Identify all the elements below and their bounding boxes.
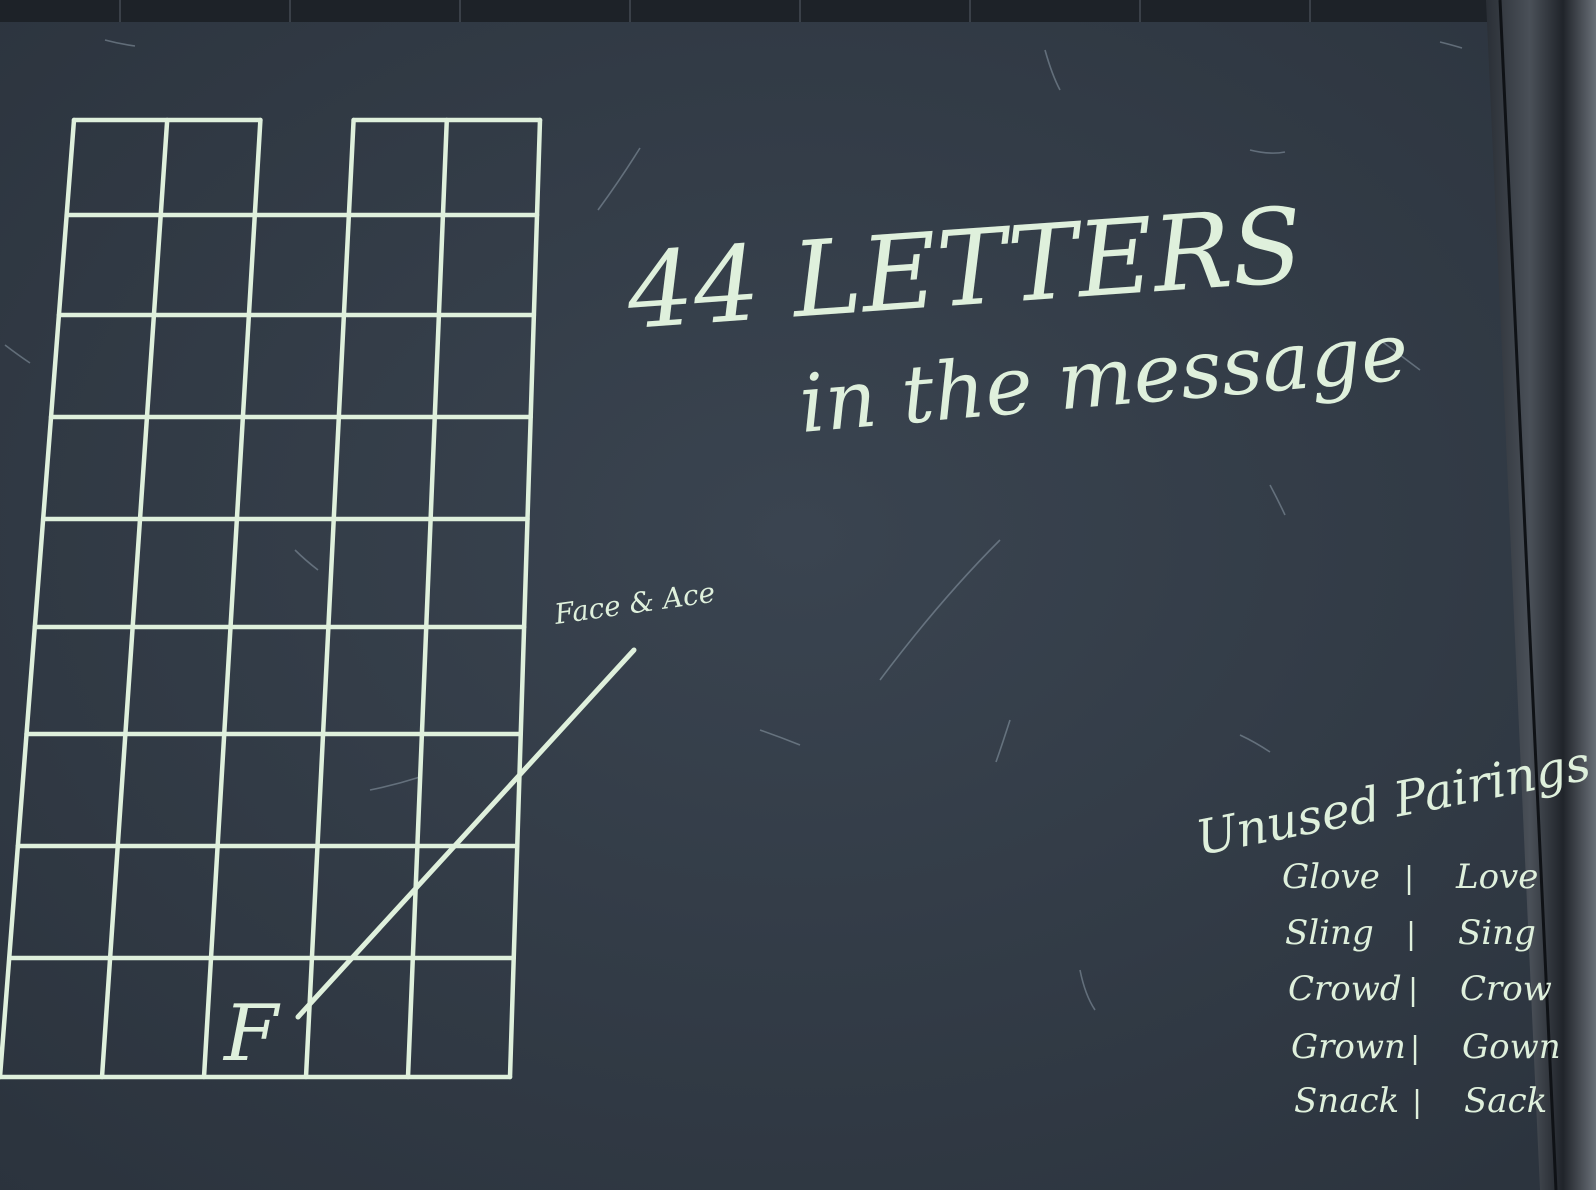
pairing-separator: | (1410, 1031, 1420, 1066)
pairing-right-word: Crow (1460, 969, 1552, 1009)
pairing-left-word: Glove (1282, 857, 1380, 897)
pairing-separator: | (1404, 861, 1414, 896)
pairing-separator: | (1406, 917, 1416, 952)
chalkboard-scene: 44 LETTERS in the message Face & Ace F U… (0, 0, 1596, 1190)
pairing-right-word: Sing (1458, 913, 1536, 953)
pairing-left-word: Crowd (1288, 969, 1402, 1009)
pairing-left-word: Grown (1291, 1027, 1406, 1067)
pairing-right-word: Love (1455, 857, 1538, 897)
pairing-separator: | (1412, 1085, 1422, 1120)
board-top-frame (0, 0, 1596, 22)
pairing-separator: | (1408, 973, 1418, 1008)
pairing-right-word: Sack (1464, 1081, 1547, 1121)
pairing-left-word: Sling (1285, 913, 1374, 953)
pairing-right-word: Gown (1462, 1027, 1561, 1067)
grid-letter-f: F (222, 989, 281, 1079)
chalkboard: 44 LETTERS in the message Face & Ace F U… (0, 0, 1596, 1190)
pairing-left-word: Snack (1294, 1081, 1399, 1121)
